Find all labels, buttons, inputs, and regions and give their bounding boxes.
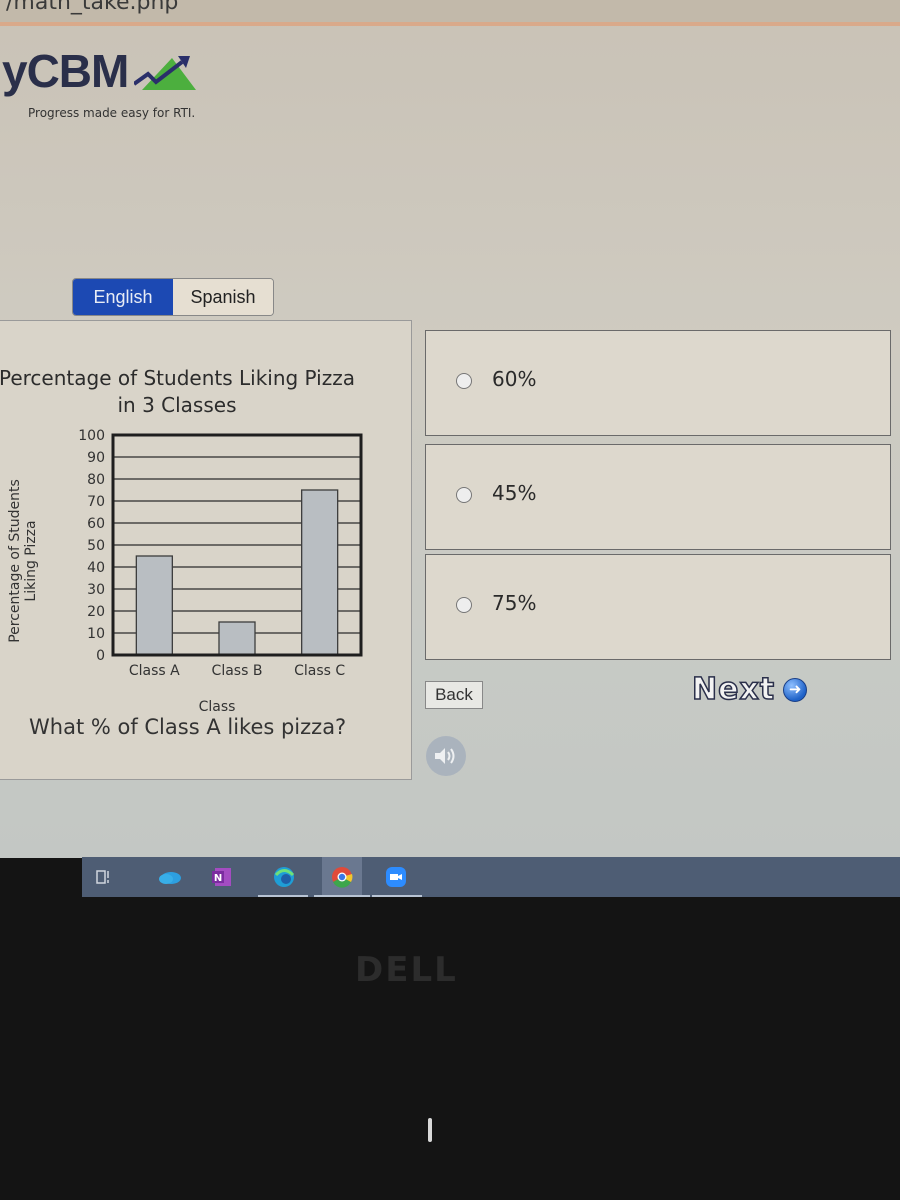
browser-url-bar[interactable]: /math_take.php — [0, 0, 900, 26]
question-prompt: What % of Class A likes pizza? — [29, 715, 347, 739]
bar-class-a — [135, 555, 173, 656]
y-tick-label: 30 — [87, 582, 105, 598]
radio-button[interactable] — [456, 597, 472, 613]
x-tick-labels: Class A Class B Class C — [129, 663, 346, 679]
speaker-icon — [435, 748, 455, 764]
next-button[interactable]: Next ➜ — [691, 671, 808, 708]
audio-button[interactable] — [426, 736, 466, 776]
y-tick-label: 20 — [87, 604, 105, 620]
y-tick-label: 90 — [87, 450, 105, 466]
bezel-mark — [428, 1118, 432, 1142]
chart-title-line-1: Percentage of Students Liking Pizza — [0, 366, 355, 390]
bar-class-c — [301, 489, 339, 656]
y-axis-label: Percentage of Students Liking Pizza — [7, 479, 39, 643]
x-tick-label: Class B — [212, 663, 263, 679]
chart-title: Percentage of Students Liking Pizza in 3… — [0, 365, 357, 419]
spanish-button[interactable]: Spanish — [173, 279, 273, 315]
y-tick-labels: 0 10 20 30 40 50 60 70 80 90 100 — [78, 428, 105, 664]
y-axis-label-line-2: Liking Pizza — [23, 520, 39, 601]
chrome-icon[interactable] — [322, 857, 362, 897]
chrome-running-indicator — [314, 895, 370, 897]
answer-label: 75% — [492, 591, 537, 615]
zoom-icon[interactable] — [384, 865, 408, 889]
onenote-icon[interactable]: N — [210, 865, 234, 889]
y-tick-label: 70 — [87, 494, 105, 510]
radio-button[interactable] — [456, 487, 472, 503]
back-button[interactable]: Back — [425, 681, 483, 709]
dell-logo: DELL — [355, 950, 458, 990]
svg-text:N: N — [214, 873, 222, 884]
onedrive-icon[interactable] — [158, 865, 182, 889]
logo-growth-icon — [134, 56, 196, 90]
edge-icon[interactable] — [272, 865, 296, 889]
y-tick-label: 40 — [87, 560, 105, 576]
tagline: Progress made easy for RTI. — [28, 106, 196, 120]
url-text: /math_take.php — [6, 0, 179, 15]
y-tick-label: 80 — [87, 472, 105, 488]
x-tick-label: Class C — [294, 663, 345, 679]
y-tick-label: 100 — [78, 428, 105, 444]
task-view-icon[interactable] — [92, 865, 116, 889]
bar-chart: Percentage of Students Liking Pizza 0 10 2… — [7, 428, 363, 715]
english-button[interactable]: English — [73, 279, 173, 315]
edge-running-indicator — [258, 895, 308, 897]
y-tick-label: 0 — [96, 648, 105, 664]
answer-option[interactable]: 60% — [425, 330, 891, 436]
y-tick-label: 10 — [87, 626, 105, 642]
answer-option[interactable]: 45% — [425, 444, 891, 550]
taskbar: N — [82, 857, 900, 897]
zoom-running-indicator — [372, 895, 422, 897]
bar-class-b — [218, 621, 256, 656]
answer-label: 45% — [492, 481, 537, 505]
y-tick-label: 50 — [87, 538, 105, 554]
radio-button[interactable] — [456, 373, 472, 389]
next-label: Next — [691, 671, 776, 708]
language-toggle: English Spanish — [72, 278, 274, 316]
answer-option[interactable]: 75% — [425, 554, 891, 660]
chart-title-line-2: in 3 Classes — [117, 393, 237, 417]
question-panel: Percentage of Students Liking Pizza in 3… — [0, 320, 412, 780]
screen: /math_take.php yCBM Progress made easy f… — [0, 0, 900, 858]
y-tick-label: 60 — [87, 516, 105, 532]
answer-label: 60% — [492, 367, 537, 391]
bars — [135, 489, 339, 656]
x-tick-label: Class A — [129, 663, 180, 679]
x-axis-label: Class — [199, 699, 236, 715]
arrow-right-icon: ➜ — [783, 677, 808, 702]
logo-text: yCBM — [2, 45, 129, 97]
y-axis-label-line-1: Percentage of Students — [7, 479, 23, 643]
ycbm-logo: yCBM — [2, 45, 196, 97]
